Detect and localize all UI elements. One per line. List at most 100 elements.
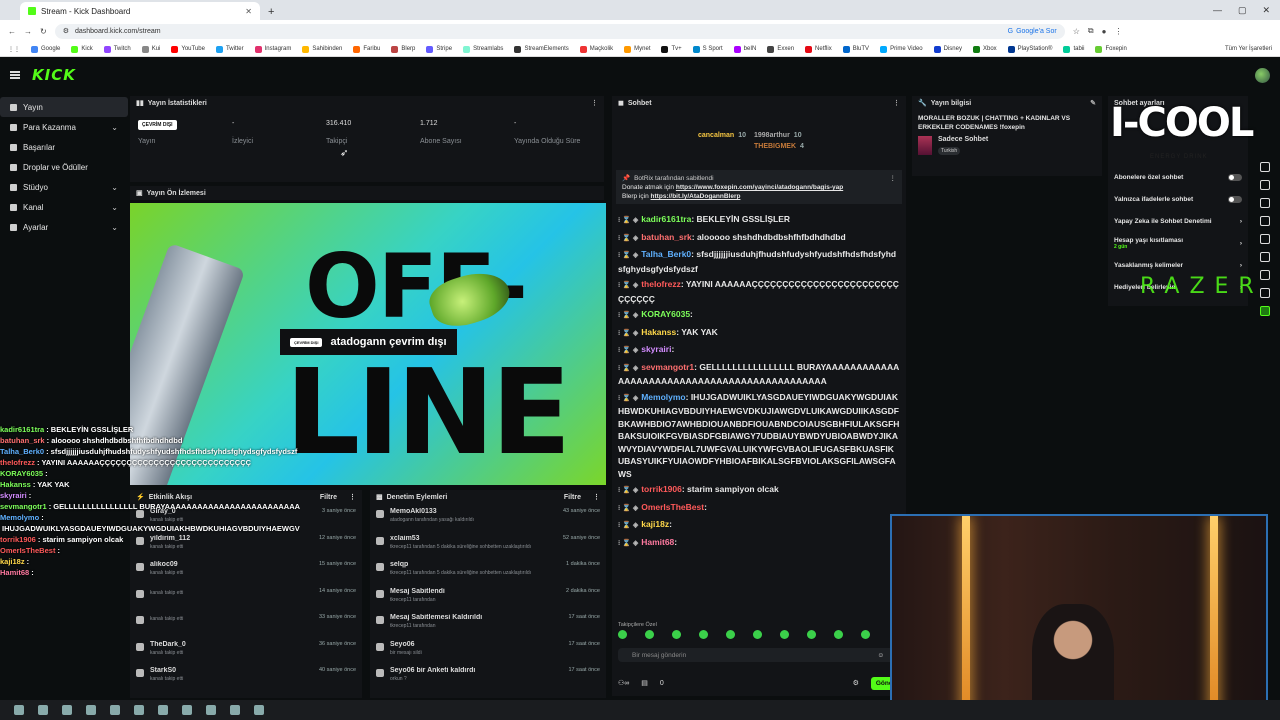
chat-input[interactable]: Bir mesaj gönderin ☺ — [618, 648, 898, 662]
chat-username[interactable]: sevmangotr1 — [641, 362, 694, 372]
moderation-row[interactable]: xclaim53 tkrecep11 tarafından 5 dakika sü… — [370, 531, 606, 558]
apps-grid-icon[interactable]: ⋮⋮ — [8, 46, 20, 53]
bookmark-item[interactable]: Sahibinden — [302, 45, 342, 53]
extensions-icon[interactable]: ⧉ — [1088, 26, 1094, 36]
tool-icon[interactable] — [1260, 180, 1270, 190]
sidebar-item[interactable]: Kanal ⌄ — [0, 197, 128, 217]
bookmark-item[interactable]: Stripe — [426, 45, 452, 53]
message-action-icons[interactable]: ⁝ ⌛ ◈ — [618, 217, 638, 224]
chat-username[interactable]: batuhan_srk — [641, 232, 692, 242]
bookmark-item[interactable]: Disney — [933, 45, 962, 53]
blerp-link[interactable]: https://bit.ly/AtaDogannBlerp — [651, 193, 741, 200]
chat-more-icon[interactable]: ⋮ — [893, 99, 900, 107]
close-window-icon[interactable]: ✕ — [1262, 5, 1270, 16]
chat-setting-item[interactable]: Yalnızca ifadelerle sohbet — [1108, 188, 1248, 210]
maximize-icon[interactable]: ▢ — [1238, 5, 1247, 16]
bookmark-item[interactable]: Streamlabs — [463, 45, 503, 53]
sidebar-item[interactable]: Para Kazanma ⌄ — [0, 117, 128, 137]
emote-icon[interactable] — [618, 630, 627, 639]
bookmark-item[interactable]: Twitch — [103, 45, 131, 53]
bookmark-item[interactable]: StreamElements — [514, 45, 569, 53]
bookmark-item[interactable]: PlayStation® — [1007, 45, 1052, 53]
chat-username[interactable]: Hamit68 — [641, 537, 674, 547]
emote-icon[interactable] — [780, 630, 789, 639]
message-action-icons[interactable]: ⁝ ⌛ ◈ — [618, 395, 638, 402]
edit-icon[interactable]: ✎ — [1090, 99, 1096, 107]
site-info-icon[interactable]: ⚙ — [63, 27, 69, 35]
user-avatar[interactable] — [1255, 67, 1270, 83]
sidebar-item[interactable]: Stüdyo ⌄ — [0, 177, 128, 197]
minimize-icon[interactable]: — — [1213, 5, 1222, 16]
emote-icon[interactable] — [753, 630, 762, 639]
bookmark-item[interactable]: Tv+ — [661, 45, 682, 53]
app-icon[interactable] — [206, 705, 216, 715]
url-field[interactable]: ⚙ dashboard.kick.com/stream G Google'a S… — [54, 23, 1065, 39]
start-icon[interactable] — [14, 705, 24, 715]
message-action-icons[interactable]: ⁝ ⌛ ◈ — [618, 487, 638, 494]
message-action-icons[interactable]: ⁝ ⌛ ◈ — [618, 252, 638, 259]
tool-icon[interactable] — [1260, 162, 1270, 172]
emote-icon[interactable] — [834, 630, 843, 639]
gifter-entry[interactable]: 1998arthur 10 — [754, 132, 802, 139]
bookmark-item[interactable]: Faribu — [353, 45, 380, 53]
moderation-row[interactable]: Seyo06 bir Anketi kaldırdı orkun ? 17 saat… — [370, 663, 606, 690]
tool-icon[interactable] — [1260, 288, 1270, 298]
chat-username[interactable]: skyrairi — [641, 344, 671, 354]
bookmark-item[interactable]: beIN — [733, 45, 756, 53]
tool-icon[interactable] — [1260, 198, 1270, 208]
chat-username[interactable]: theIofrezz — [641, 279, 681, 289]
message-action-icons[interactable]: ⁝ ⌛ ◈ — [618, 540, 638, 547]
bookmark-item[interactable]: tabii — [1063, 45, 1084, 53]
browser-tab[interactable]: Stream - Kick Dashboard ✕ — [20, 2, 260, 20]
tool-icon[interactable] — [1260, 306, 1270, 316]
tool-icon[interactable] — [1260, 252, 1270, 262]
google-search-chip[interactable]: G Google'a Sor — [1008, 28, 1057, 35]
app-icon[interactable] — [86, 705, 96, 715]
chat-username[interactable]: Talha_Berk0 — [641, 249, 691, 259]
chevron-right-icon[interactable]: › — [1240, 240, 1242, 247]
message-action-icons[interactable]: ⁝ ⌛ ◈ — [618, 282, 638, 289]
emote-icon[interactable] — [672, 630, 681, 639]
chat-username[interactable]: Memolymo — [641, 392, 685, 402]
activity-more-icon[interactable]: ⋮ — [349, 493, 356, 501]
app-icon[interactable] — [230, 705, 240, 715]
app-icon[interactable] — [182, 705, 192, 715]
chat-username[interactable]: OmerIsTheBest — [641, 502, 704, 512]
moderation-row[interactable]: Mesaj Sabitlendi tkrecep11 tarafından 2 da… — [370, 584, 606, 611]
emote-icon[interactable] — [645, 630, 654, 639]
external-link-icon[interactable]: › — [1240, 218, 1242, 225]
message-action-icons[interactable]: ⁝ ⌛ ◈ — [618, 505, 638, 512]
bookmark-item[interactable]: Blerp — [391, 45, 415, 53]
emote-icon[interactable] — [861, 630, 870, 639]
app-icon[interactable] — [110, 705, 120, 715]
app-icon[interactable] — [158, 705, 168, 715]
chat-setting-item[interactable]: Abonelere özel sohbet — [1108, 166, 1248, 188]
message-action-icons[interactable]: ⁝ ⌛ ◈ — [618, 312, 638, 319]
gifter-entry[interactable]: THEBIGMEK 4 — [754, 143, 804, 150]
bookmark-item[interactable]: Kick — [71, 45, 93, 53]
tool-icon[interactable] — [1260, 216, 1270, 226]
profile-icon[interactable]: ● — [1102, 27, 1107, 36]
new-tab-button[interactable]: + — [268, 6, 274, 18]
chat-username[interactable]: Hakanss — [641, 327, 676, 337]
moderation-more-icon[interactable]: ⋮ — [593, 493, 600, 501]
bookmark-item[interactable]: Twitter — [215, 45, 244, 53]
chat-username[interactable]: kadir6161tra — [641, 214, 691, 224]
bookmark-item[interactable]: Google — [31, 45, 60, 53]
message-action-icons[interactable]: ⁝ ⌛ ◈ — [618, 235, 638, 242]
emote-icon[interactable] — [726, 630, 735, 639]
gift-icon[interactable]: ▤ — [641, 679, 648, 687]
gifter-entry[interactable]: cancalman 10 — [698, 132, 746, 139]
bookmark-item[interactable]: Xbox — [972, 45, 997, 53]
forward-icon[interactable]: → — [24, 27, 32, 36]
bookmark-item[interactable]: Instagram — [254, 45, 291, 53]
toggle-switch[interactable] — [1228, 173, 1242, 181]
donate-link[interactable]: https://www.foxepin.com/yayinci/atadogan… — [676, 184, 843, 191]
bookmark-item[interactable]: Prime Video — [880, 45, 923, 53]
bookmark-item[interactable]: Kui — [141, 45, 160, 53]
reload-icon[interactable]: ↻ — [40, 27, 47, 36]
chat-username[interactable]: torrik1906 — [641, 484, 682, 494]
users-icon[interactable]: ⚇∞ — [618, 679, 629, 687]
message-action-icons[interactable]: ⁝ ⌛ ◈ — [618, 330, 638, 337]
moderation-row[interactable]: selqp tkrecep11 tarafından 5 dakika sürel… — [370, 557, 606, 584]
